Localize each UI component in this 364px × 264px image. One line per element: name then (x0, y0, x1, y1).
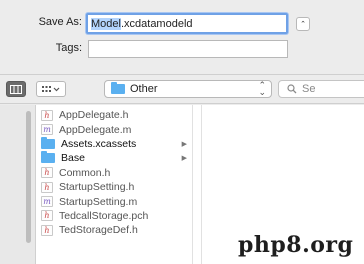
file-name: TedcallStorage.pch (59, 209, 149, 222)
file-row[interactable]: h StartupSetting.h (41, 180, 191, 194)
watermark-text: php8.org (238, 232, 354, 258)
filename-selected-text: Model (91, 17, 121, 30)
header-file-icon: h (41, 181, 53, 193)
sidebar-scrollbar[interactable] (26, 111, 31, 243)
file-row[interactable]: m AppDelegate.m (41, 122, 191, 136)
header-file-icon: h (41, 167, 53, 179)
header-file-icon: h (41, 109, 53, 121)
location-label: Other (130, 83, 158, 95)
file-list: h AppDelegate.h m AppDelegate.m Assets.xcass… (41, 108, 191, 238)
chevron-updown-icon: ⌃ ⌄ (258, 80, 266, 97)
file-name: StartupSetting.m (59, 195, 138, 208)
tags-label: Tags: (55, 42, 82, 54)
header-file-icon: h (41, 224, 53, 236)
file-row[interactable]: Assets.xcassets ▶ (41, 136, 191, 151)
folder-icon (41, 151, 55, 164)
header-file-icon: h (41, 210, 53, 222)
file-name: Base (61, 152, 85, 165)
disclosure-arrow-icon: ▶ (181, 140, 187, 148)
file-row[interactable]: h TedcallStorage.pch (41, 209, 191, 223)
folder-icon (111, 82, 125, 94)
grid-view-icon (42, 85, 60, 92)
disclosure-arrow-icon: ▶ (181, 155, 187, 163)
file-row[interactable]: h Common.h (41, 166, 191, 180)
search-field[interactable]: Se (278, 80, 364, 98)
save-as-label: Save As: (38, 16, 82, 28)
file-row[interactable]: Base ▶ (41, 151, 191, 165)
sidebar (0, 105, 36, 264)
file-name: AppDelegate.h (59, 109, 129, 122)
implementation-file-icon: m (41, 124, 53, 136)
file-name: AppDelegate.m (59, 123, 132, 136)
save-panel-header: Save As: Model .xcdatamodeld ⌃ Tags: (0, 0, 364, 74)
search-placeholder: Se (302, 83, 316, 95)
columns-view-icon (10, 84, 22, 94)
chevron-up-icon: ⌃ (300, 21, 306, 28)
tags-field[interactable] (88, 40, 288, 58)
filename-extension-text: .xcdatamodeld (120, 17, 193, 30)
file-name: TedStorageDef.h (59, 224, 138, 237)
file-name: Assets.xcassets (61, 137, 137, 150)
folder-icon (41, 136, 55, 149)
search-icon (287, 84, 297, 94)
browser-toolbar: Other ⌃ ⌄ Se (0, 75, 364, 104)
file-row[interactable]: m StartupSetting.m (41, 194, 191, 208)
view-options-button[interactable] (36, 81, 66, 97)
implementation-file-icon: m (41, 196, 53, 208)
file-row[interactable]: h AppDelegate.h (41, 108, 191, 122)
location-popup[interactable]: Other ⌃ ⌄ (104, 80, 272, 98)
collapse-toggle-button[interactable]: ⌃ (296, 17, 310, 31)
column-view-button[interactable] (6, 81, 26, 97)
file-name: StartupSetting.h (59, 181, 135, 194)
file-column: h AppDelegate.h m AppDelegate.m Assets.xcass… (37, 105, 193, 264)
file-row[interactable]: h TedStorageDef.h (41, 223, 191, 237)
filename-field[interactable]: Model .xcdatamodeld (86, 13, 288, 34)
file-name: Common.h (59, 166, 111, 179)
